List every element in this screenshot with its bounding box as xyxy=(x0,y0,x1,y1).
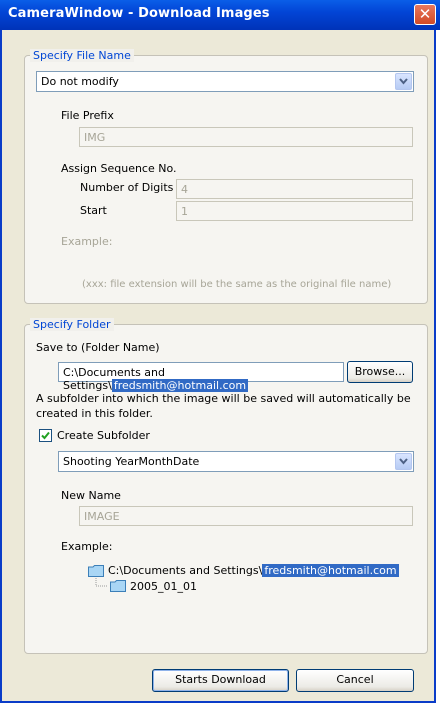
new-name-label: New Name xyxy=(61,489,121,502)
example-subfolder: 2005_01_01 xyxy=(130,580,197,593)
file-example-label: Example: xyxy=(61,235,113,248)
start-download-button[interactable]: Starts Download xyxy=(152,669,289,692)
chevron-down-icon[interactable] xyxy=(395,73,412,90)
folder-icon xyxy=(88,565,104,577)
create-subfolder-label[interactable]: Create Subfolder xyxy=(57,429,150,442)
file-name-mode-select[interactable]: Do not modify xyxy=(36,71,414,92)
save-to-label: Save to (Folder Name) xyxy=(36,341,160,354)
start-value: 1 xyxy=(181,205,188,218)
chevron-down-icon[interactable] xyxy=(395,453,412,470)
save-to-path-field[interactable]: C:\Documents and Settings\ fredsmith@hotm… xyxy=(58,362,344,392)
example-path-user: fredsmith@hotmail.com xyxy=(262,564,399,577)
file-prefix-label: File Prefix xyxy=(61,109,114,122)
close-icon[interactable]: ✕ xyxy=(414,4,436,25)
digits-field[interactable]: 4 xyxy=(176,179,413,199)
folder-legend: Specify Folder xyxy=(30,318,114,331)
file-name-mode-value: Do not modify xyxy=(41,75,119,88)
start-download-label: Starts Download xyxy=(175,673,266,686)
folder-icon xyxy=(110,580,126,592)
save-to-path-user: fredsmith@hotmail.com xyxy=(111,379,249,392)
cancel-button[interactable]: Cancel xyxy=(296,669,414,692)
cancel-label: Cancel xyxy=(336,673,374,686)
folder-example-label: Example: xyxy=(61,540,113,553)
subfolder-mode-select[interactable]: Shooting YearMonthDate xyxy=(58,451,414,472)
file-name-legend: Specify File Name xyxy=(30,49,134,62)
file-prefix-value: IMG xyxy=(84,131,106,144)
digits-value: 4 xyxy=(181,183,188,196)
subfolder-mode-value: Shooting YearMonthDate xyxy=(63,455,200,468)
file-prefix-field[interactable]: IMG xyxy=(79,127,413,147)
save-to-path-value: C:\Documents and Settings\ fredsmith@hotm… xyxy=(63,366,343,392)
start-label: Start xyxy=(80,204,107,217)
example-path-prefix: C:\Documents and Settings\ xyxy=(108,564,263,577)
browse-button[interactable]: Browse... xyxy=(347,361,413,383)
tree-connector xyxy=(95,578,108,587)
window-title: CameraWindow - Download Images xyxy=(8,6,270,21)
example-path: C:\Documents and Settings\ fredsmith@hotm… xyxy=(108,564,399,577)
browse-button-label: Browse... xyxy=(354,365,406,378)
sequence-label: Assign Sequence No. xyxy=(61,162,177,175)
title-bar[interactable]: CameraWindow - Download Images ✕ xyxy=(0,0,440,30)
subfolder-info-text-1: A subfolder into which the image will be… xyxy=(36,392,411,405)
file-extension-note: (xxx: file extension will be the same as… xyxy=(82,279,392,290)
digits-label: Number of Digits xyxy=(80,181,174,194)
new-name-value: IMAGE xyxy=(84,510,120,523)
new-name-field[interactable]: IMAGE xyxy=(79,506,413,526)
subfolder-info-text-2: created in this folder. xyxy=(36,407,153,420)
start-field[interactable]: 1 xyxy=(176,201,413,221)
create-subfolder-checkbox[interactable] xyxy=(39,429,52,442)
